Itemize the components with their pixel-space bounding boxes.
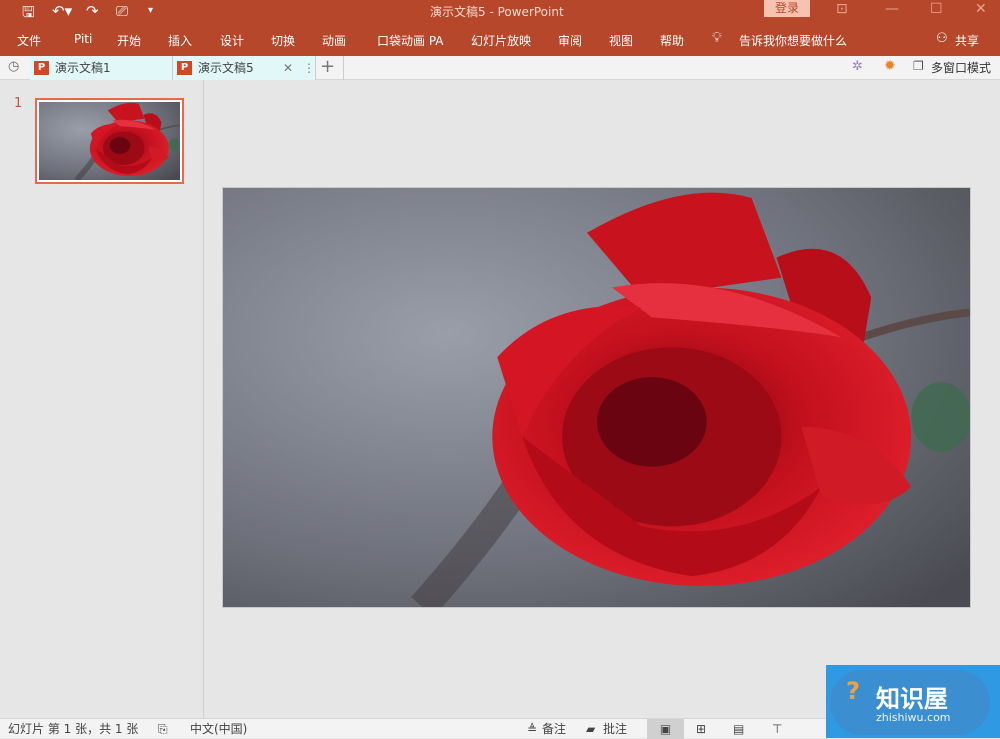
slide-number: 1 bbox=[14, 96, 23, 111]
gear-icon[interactable]: ✹ bbox=[884, 58, 896, 74]
doc-tab-1[interactable]: P 演示文稿1 bbox=[30, 56, 173, 80]
multi-window-icon: ❐ bbox=[913, 59, 924, 73]
ribbon-display-icon[interactable]: ⊡ bbox=[836, 1, 848, 17]
window-title: 演示文稿5 - PowerPoint bbox=[430, 5, 564, 19]
slide-canvas[interactable] bbox=[222, 187, 971, 608]
watermark-name: 知识屋 bbox=[876, 685, 948, 713]
language[interactable]: 中文(中国) bbox=[190, 719, 247, 739]
tab-pocket-animation[interactable]: 口袋动画 PA bbox=[377, 32, 444, 49]
lightbulb-icon: 💡︎ bbox=[712, 30, 722, 46]
tab-home[interactable]: 开始 bbox=[117, 32, 141, 49]
doc-tab-5[interactable]: P 演示文稿5 ✕ ⋮ bbox=[173, 56, 316, 80]
notes-button[interactable]: 备注 bbox=[542, 719, 566, 739]
tab-piti[interactable]: Piti bbox=[74, 32, 92, 46]
tab-file[interactable]: 文件 bbox=[17, 32, 41, 49]
watermark-logo: ? 知识屋 zhishiwu.com bbox=[826, 665, 1000, 738]
more-icon[interactable]: ⋮ bbox=[303, 56, 315, 80]
powerpoint-icon: P bbox=[177, 60, 192, 75]
rose-thumbnail-image bbox=[39, 102, 180, 180]
notes-icon: ≜ bbox=[527, 722, 538, 736]
slide-thumbnail-1[interactable] bbox=[35, 98, 184, 184]
rose-image bbox=[223, 188, 970, 607]
redo-icon[interactable]: ↷ bbox=[86, 2, 99, 20]
maximize-icon[interactable]: ☐ bbox=[930, 1, 943, 17]
tab-review[interactable]: 审阅 bbox=[558, 32, 582, 49]
presenter-view-icon[interactable]: ⊤ bbox=[772, 719, 782, 739]
reading-view-icon[interactable]: ▤ bbox=[733, 719, 744, 739]
tab-slideshow[interactable]: 幻灯片放映 bbox=[471, 32, 531, 49]
tell-me-input[interactable]: 告诉我你想要做什么 bbox=[739, 32, 847, 49]
share-user-icon: ⚇ bbox=[936, 31, 948, 46]
slide-count: 幻灯片 第 1 张，共 1 张 bbox=[8, 722, 139, 736]
tab-insert[interactable]: 插入 bbox=[168, 32, 192, 49]
doc-tab-label: 演示文稿5 bbox=[198, 61, 254, 75]
multi-window-button[interactable]: 多窗口模式 bbox=[931, 56, 991, 80]
tab-help[interactable]: 帮助 bbox=[660, 32, 684, 49]
share-button[interactable]: 共享 bbox=[955, 32, 979, 49]
ribbon-tabs: 文件 Piti 开始 插入 设计 切换 动画 口袋动画 PA 幻灯片放映 审阅 … bbox=[0, 23, 1000, 56]
close-tab-icon[interactable]: ✕ bbox=[283, 56, 293, 80]
powerpoint-icon: P bbox=[34, 60, 49, 75]
close-icon[interactable]: ✕ bbox=[975, 1, 987, 17]
comments-icon: ▰ bbox=[586, 722, 596, 736]
slideshow-icon[interactable]: ⎚ bbox=[116, 2, 128, 20]
undo-icon[interactable]: ↶▾ bbox=[52, 2, 72, 20]
watermark-url: zhishiwu.com bbox=[876, 711, 951, 724]
history-icon[interactable]: ◷ bbox=[8, 59, 19, 74]
login-button[interactable]: 登录 bbox=[764, 0, 810, 17]
slide-sorter-icon[interactable]: ⊞ bbox=[696, 719, 706, 739]
question-monitor-icon: ? bbox=[846, 677, 860, 705]
tab-design[interactable]: 设计 bbox=[220, 32, 244, 49]
comments-button[interactable]: 批注 bbox=[603, 719, 627, 739]
document-tabs: ◷ P 演示文稿1 P 演示文稿5 ✕ ⋮ + ✲ ✹ ❐ 多窗口模式 bbox=[0, 56, 1000, 80]
tab-transitions[interactable]: 切换 bbox=[271, 32, 295, 49]
customize-icon[interactable]: ▾ bbox=[148, 5, 153, 16]
magic-wand-icon[interactable]: ✲ bbox=[852, 59, 863, 74]
tab-animations[interactable]: 动画 bbox=[322, 32, 346, 49]
doc-tab-label: 演示文稿1 bbox=[55, 61, 111, 75]
minimize-icon[interactable]: — bbox=[885, 1, 899, 17]
title-bar: 🖫 ↶▾ ↷ ⎚ ▾ 演示文稿5 - PowerPoint 登录 ⊡ — ☐ ✕ bbox=[0, 0, 1000, 23]
new-tab-icon[interactable]: + bbox=[320, 56, 335, 78]
normal-view-icon[interactable]: ▣ bbox=[647, 719, 684, 739]
spell-check-icon[interactable]: ⎘ bbox=[158, 719, 168, 739]
divider bbox=[343, 56, 344, 80]
tab-view[interactable]: 视图 bbox=[609, 32, 633, 49]
